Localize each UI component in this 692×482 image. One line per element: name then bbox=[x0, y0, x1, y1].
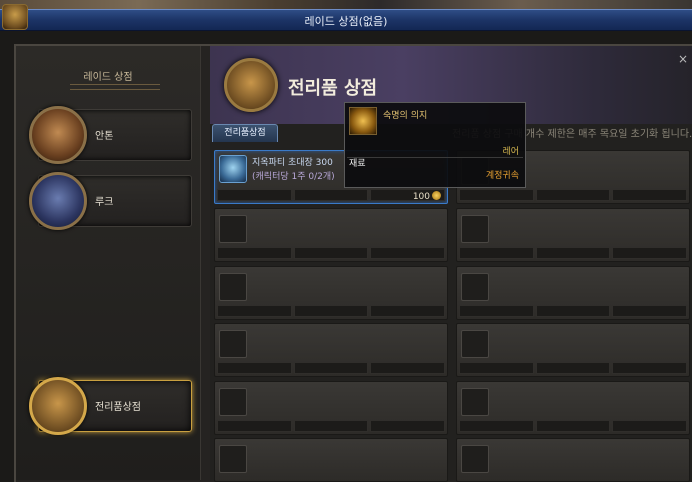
sidebar-title: 레이드 상점 bbox=[83, 72, 133, 83]
loot-chest-icon bbox=[29, 377, 87, 435]
npc-button-loot-shop[interactable]: 전리품상점 bbox=[29, 377, 192, 435]
close-icon[interactable]: × bbox=[678, 52, 688, 66]
loot-shop-icon bbox=[224, 58, 278, 112]
hell-invitation-icon bbox=[219, 155, 247, 183]
window-titlebar: 레이드 상점(없음) bbox=[0, 9, 692, 31]
treasure-chest-icon bbox=[2, 4, 28, 30]
tooltip-binding: 계정귀속 bbox=[485, 171, 519, 181]
luke-portrait-icon bbox=[29, 172, 87, 230]
slot-bars bbox=[217, 189, 446, 201]
shop-slot-empty[interactable] bbox=[214, 438, 448, 482]
shop-title: 전리품 상점 bbox=[288, 78, 378, 99]
npc-button-anton[interactable]: 안톤 bbox=[29, 106, 192, 164]
anton-portrait-icon bbox=[29, 106, 87, 164]
shop-slot-empty[interactable] bbox=[456, 208, 690, 262]
shop-slot-empty[interactable] bbox=[214, 208, 448, 262]
gold-coin-icon bbox=[432, 191, 441, 200]
sidebar-title-ornament bbox=[70, 84, 160, 90]
item-tooltip: 숙명의 의지 레어 재료 계정귀속 bbox=[344, 102, 526, 188]
shop-slot-empty[interactable] bbox=[456, 438, 690, 482]
shop-slot-empty[interactable] bbox=[456, 323, 690, 377]
tooltip-item-type: 재료 bbox=[349, 159, 366, 169]
shop-slot-empty[interactable] bbox=[214, 266, 448, 320]
shop-slot-empty[interactable] bbox=[214, 323, 448, 377]
window-title: 레이드 상점(없음) bbox=[304, 15, 388, 28]
npc-label: 안톤 bbox=[95, 131, 114, 142]
npc-label: 전리품상점 bbox=[95, 402, 141, 413]
tooltip-item-name: 숙명의 의지 bbox=[383, 111, 428, 121]
item-purchase-limit: (캐릭터당 1주 0/2개) bbox=[252, 172, 335, 182]
item-price: 100 bbox=[413, 191, 441, 202]
npc-label: 루크 bbox=[95, 197, 114, 208]
shop-slot-empty[interactable] bbox=[214, 381, 448, 435]
item-name: 지옥파티 초대장 300 bbox=[252, 158, 333, 168]
tab-loot-shop[interactable]: 전리품상점 bbox=[212, 124, 278, 142]
npc-button-luke[interactable]: 루크 bbox=[29, 172, 192, 230]
fate-will-icon bbox=[349, 107, 377, 135]
tooltip-rarity: 레어 bbox=[502, 147, 519, 157]
tooltip-divider bbox=[347, 157, 523, 158]
shop-slot-empty[interactable] bbox=[456, 266, 690, 320]
shop-slot-empty[interactable] bbox=[456, 381, 690, 435]
